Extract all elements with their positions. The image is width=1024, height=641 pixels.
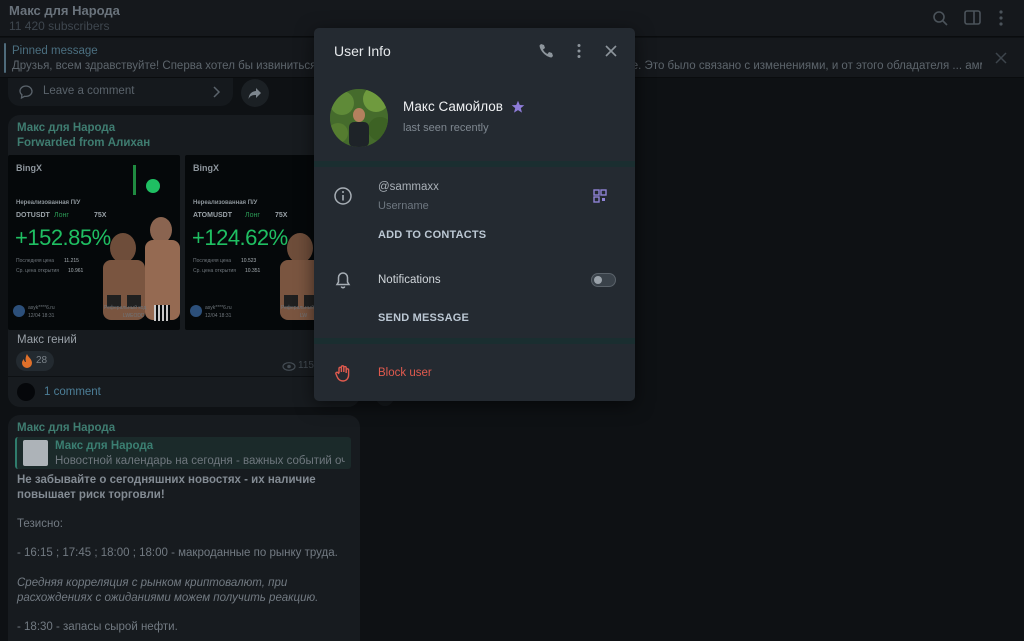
send-message-button[interactable]: SEND MESSAGE	[378, 312, 469, 324]
share-icon	[248, 88, 261, 99]
avatar-photo	[330, 89, 388, 147]
block-user-button[interactable]: Block user	[378, 367, 432, 379]
post-text: Средняя корреляция с рынком криптовалют,…	[17, 577, 319, 604]
leave-comment-label: Leave a comment	[43, 85, 135, 97]
message-feed[interactable]: Leave a comment Макс для Народа Forwarde…	[0, 78, 366, 641]
dialog-title: User Info	[334, 43, 391, 59]
post-text: Тезисно:	[17, 518, 63, 530]
quote-thumbnail	[23, 440, 48, 466]
card-ref-label: Реферальный код	[104, 305, 147, 311]
post-author[interactable]: Макс для Народа	[17, 422, 115, 434]
hand-stop-icon	[335, 365, 350, 382]
comment-icon	[19, 85, 33, 100]
leave-comment-button[interactable]: Leave a comment	[8, 78, 233, 106]
card-side: Лонг	[245, 212, 260, 219]
username-label: Username	[378, 200, 429, 212]
card-entry-label: Ср. цена открытия	[193, 268, 237, 274]
view-count: 115	[298, 360, 314, 371]
card-side: Лонг	[54, 212, 69, 219]
divider	[8, 376, 360, 377]
post-text: Не забывайте о сегодняшних новостях - их…	[17, 474, 316, 501]
notifications-toggle[interactable]	[591, 273, 616, 287]
card-entry-label: Ср. цена открытия	[16, 268, 60, 274]
divider	[314, 161, 635, 167]
avatar[interactable]	[330, 89, 388, 147]
fighters-image	[103, 217, 180, 320]
card-user-avatar	[190, 305, 202, 317]
trade-screenshot[interactable]: BingX Нереализованная П/У DOTUSDT Лонг 7…	[8, 155, 180, 330]
channel-title[interactable]: Макс для Народа	[9, 3, 120, 18]
card-decoration	[133, 165, 136, 195]
notifications-label: Notifications	[378, 274, 441, 286]
qr-code-icon[interactable]	[593, 189, 607, 203]
post-author[interactable]: Макс для Народа	[17, 122, 115, 134]
commenter-avatar	[17, 383, 35, 401]
channel-post[interactable]: Макс для Народа Forwarded from Алихан Bi…	[8, 115, 360, 407]
fire-icon	[22, 354, 32, 368]
phone-icon[interactable]	[537, 42, 555, 60]
post-caption: Макс гений	[17, 334, 77, 346]
forwarded-from[interactable]: Forwarded from Алихан	[17, 137, 150, 149]
card-last-price: 10.523	[241, 258, 257, 264]
qr-code	[154, 305, 170, 321]
card-brand: BingX	[193, 163, 219, 173]
card-user-avatar	[13, 305, 25, 317]
info-icon	[334, 187, 352, 205]
bell-icon	[335, 272, 351, 289]
sidebar-toggle-icon[interactable]	[963, 9, 983, 27]
card-brand: BingX	[16, 163, 42, 173]
card-pnl: +124.62%	[192, 225, 288, 250]
card-last-price-label: Последняя цена	[193, 258, 232, 264]
card-pnl-label: Нереализованная П/У	[16, 200, 81, 206]
quote-text: Новостной календарь на сегодня - важных …	[55, 455, 345, 467]
search-icon[interactable]	[931, 9, 951, 27]
reaction-fire[interactable]: 28	[16, 351, 54, 371]
user-name: Макс Самойлов	[403, 99, 503, 114]
post-text: - 16:15 ; 17:45 ; 18:00 ; 18:00 - макрод…	[17, 547, 338, 559]
comments-count: 1 comment	[44, 386, 101, 398]
premium-star-icon[interactable]	[511, 100, 525, 114]
card-entry-price: 10.961	[68, 268, 84, 274]
pinned-indicator	[4, 43, 6, 73]
card-pnl-label: Нереализованная П/У	[193, 200, 258, 206]
more-menu-icon[interactable]	[991, 9, 1011, 27]
post-text: - 18:30 - запасы сырой нефти.	[17, 621, 178, 633]
card-pnl: +152.85%	[15, 225, 111, 250]
share-button[interactable]	[241, 79, 269, 107]
card-user: asyk****6.ru	[205, 305, 232, 311]
eye-icon	[282, 362, 296, 371]
reply-quote[interactable]: Макс для Народа Новостной календарь на с…	[15, 437, 351, 469]
username-value[interactable]: @sammaxx	[378, 181, 439, 193]
close-icon[interactable]	[602, 42, 620, 60]
divider	[314, 338, 635, 344]
card-ref-code: LWEODD	[123, 313, 145, 319]
user-info-dialog[interactable]: User Info Макс Самойлов last seen recent…	[314, 28, 635, 401]
quote-title: Макс для Народа	[55, 440, 154, 452]
card-symbol: ATOMUSDT	[193, 212, 233, 219]
card-last-price: 11.215	[64, 258, 79, 264]
card-date: 12/04 18:31	[28, 313, 55, 319]
card-symbol: DOTUSDT	[16, 212, 50, 219]
more-menu-icon[interactable]	[570, 42, 588, 60]
user-status: last seen recently	[403, 122, 489, 134]
close-pinned-icon[interactable]	[994, 51, 1008, 65]
card-entry-price: 10.351	[245, 268, 261, 274]
card-decoration	[146, 179, 160, 193]
channel-post[interactable]: Макс для Народа Макс для Народа Новостно…	[8, 415, 360, 641]
subscriber-count: 11 420 subscribers	[9, 19, 110, 33]
card-user: asyk****6.ru	[28, 305, 55, 311]
card-date: 12/04 18:31	[205, 313, 232, 319]
chevron-right-icon	[213, 86, 221, 98]
pinned-label: Pinned message	[12, 45, 98, 57]
card-last-price-label: Последняя цена	[16, 258, 55, 264]
reaction-count: 28	[36, 355, 48, 366]
add-to-contacts-button[interactable]: ADD TO CONTACTS	[378, 229, 486, 241]
card-ref-code: LW	[300, 313, 308, 319]
